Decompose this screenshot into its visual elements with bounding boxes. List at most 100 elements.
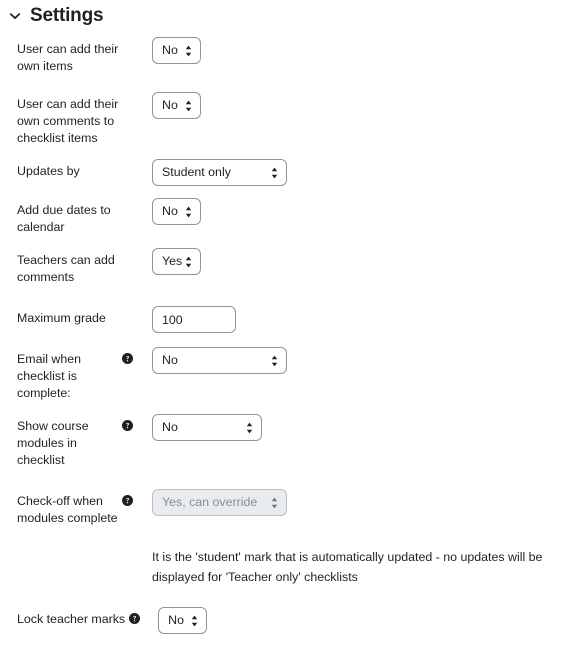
select-updown-arrows-icon <box>185 45 192 57</box>
field-label-duedatestocalendar: Add due dates to calendar <box>17 203 111 234</box>
field-label-showcoursemodules: Show course modules in checklist <box>17 419 89 467</box>
form-row-usercomments: User can add their own comments to check… <box>0 92 584 147</box>
maximum-grade-input[interactable] <box>152 306 236 333</box>
row-spacer <box>0 186 584 198</box>
select-emailoncomplete[interactable]: No <box>152 347 287 374</box>
control-cell: No <box>152 414 584 441</box>
select-updown-arrows-icon <box>271 167 278 179</box>
label-cell: Add due dates to calendar <box>17 198 122 236</box>
help-cell <box>122 414 152 431</box>
form-row-teachercomments: Teachers can add comments Yes <box>0 248 584 286</box>
select-value: No <box>162 353 178 367</box>
select-value: Yes, can override <box>162 495 258 509</box>
field-label-autopopulate: Check-off when modules complete <box>17 494 118 525</box>
select-updown-arrows-icon <box>185 206 192 218</box>
label-cell: User can add their own comments to check… <box>17 92 122 147</box>
settings-form: User can add their own items No User can… <box>0 29 584 634</box>
row-spacer <box>0 527 584 547</box>
label-cell: Teachers can add comments <box>17 248 122 286</box>
row-spacer <box>0 75 584 92</box>
label-cell: Email when checklist is complete: <box>17 347 122 402</box>
field-label-teachercomments: Teachers can add comments <box>17 253 115 284</box>
settings-section: Settings User can add their own items No <box>0 0 584 646</box>
label-cell: Maximum grade <box>17 306 122 327</box>
select-value: No <box>162 43 178 57</box>
select-duedatestocalendar[interactable]: No <box>152 198 201 225</box>
control-cell: No <box>152 92 584 119</box>
label-cell: Updates by <box>17 159 122 180</box>
select-updown-arrows-icon <box>271 355 278 367</box>
field-label-emailoncomplete: Email when checklist is complete: <box>17 352 82 400</box>
select-usercomments[interactable]: No <box>152 92 201 119</box>
help-circle-icon[interactable] <box>122 353 133 364</box>
help-cell-empty <box>122 306 152 312</box>
control-cell: Student only <box>152 159 584 186</box>
select-autopopulate: Yes, can override <box>152 489 287 516</box>
form-row-lockteachermarks: Lock teacher marks No <box>0 607 584 634</box>
row-spacer <box>0 236 584 248</box>
control-cell: No <box>152 198 584 225</box>
field-label-usercomments: User can add their own comments to check… <box>17 97 119 145</box>
form-row-useritemsallowed: User can add their own items No <box>0 37 584 75</box>
row-spacer <box>0 333 584 347</box>
field-label-maxgrade: Maximum grade <box>17 311 106 325</box>
help-cell-empty <box>122 92 152 98</box>
control-cell: No <box>152 37 584 64</box>
label-cell: Check-off when modules complete <box>17 489 122 527</box>
control-cell <box>152 306 584 333</box>
form-row-showcoursemodules: Show course modules in checklist No <box>0 414 584 469</box>
help-circle-icon[interactable] <box>129 613 141 624</box>
select-updatesby[interactable]: Student only <box>152 159 287 186</box>
control-cell: Yes <box>152 248 584 275</box>
row-spacer <box>0 286 584 306</box>
select-updown-arrows-icon <box>191 615 198 627</box>
select-updown-arrows-icon <box>185 100 192 112</box>
autopopulate-description: It is the 'student' mark that is automat… <box>152 550 543 584</box>
select-showcoursemodules[interactable]: No <box>152 414 262 441</box>
help-circle-icon[interactable] <box>122 495 133 506</box>
help-cell-empty <box>122 159 152 165</box>
description-row: It is the 'student' mark that is automat… <box>0 547 584 587</box>
form-row-duedatestocalendar: Add due dates to calendar No <box>0 198 584 236</box>
select-value: Yes <box>162 254 183 268</box>
field-label-lockteachermarks: Lock teacher marks <box>17 612 126 626</box>
select-value: No <box>168 613 184 627</box>
row-spacer <box>0 469 584 489</box>
form-row-maxgrade: Maximum grade <box>0 306 584 333</box>
form-row-autopopulate: Check-off when modules complete Yes, can… <box>0 489 584 527</box>
field-label-useritemsallowed: User can add their own items <box>17 42 119 73</box>
control-cell: No <box>140 607 584 634</box>
row-spacer <box>0 402 584 414</box>
select-value: No <box>162 98 178 112</box>
label-cell: Lock teacher marks <box>17 607 125 628</box>
settings-section-header[interactable]: Settings <box>0 0 584 29</box>
select-updown-arrows-icon <box>246 422 253 434</box>
help-cell <box>122 347 152 364</box>
control-cell: No <box>152 347 584 374</box>
form-row-updatesby: Updates by Student only <box>0 159 584 186</box>
select-lockteachermarks[interactable]: No <box>158 607 208 634</box>
help-circle-icon[interactable] <box>122 420 133 431</box>
select-teachercomments[interactable]: Yes <box>152 248 201 275</box>
help-cell <box>122 489 152 506</box>
help-cell-empty <box>122 37 152 43</box>
select-value: Student only <box>162 165 231 179</box>
select-updown-arrows-icon <box>185 256 192 268</box>
form-row-emailoncomplete: Email when checklist is complete: No <box>0 347 584 402</box>
select-value: No <box>162 204 178 218</box>
label-cell: Show course modules in checklist <box>17 414 122 469</box>
field-label-updatesby: Updates by <box>17 164 80 178</box>
help-cell <box>125 607 141 624</box>
row-spacer <box>0 587 584 607</box>
select-useritemsallowed[interactable]: No <box>152 37 201 64</box>
page-title: Settings <box>30 5 104 26</box>
select-updown-arrows-icon <box>271 497 278 509</box>
help-cell-empty <box>122 198 152 204</box>
select-value: No <box>162 420 178 434</box>
label-cell: User can add their own items <box>17 37 122 75</box>
chevron-down-icon[interactable] <box>8 9 22 23</box>
control-cell: Yes, can override <box>152 489 584 516</box>
row-spacer <box>0 147 584 159</box>
help-cell-empty <box>122 248 152 254</box>
